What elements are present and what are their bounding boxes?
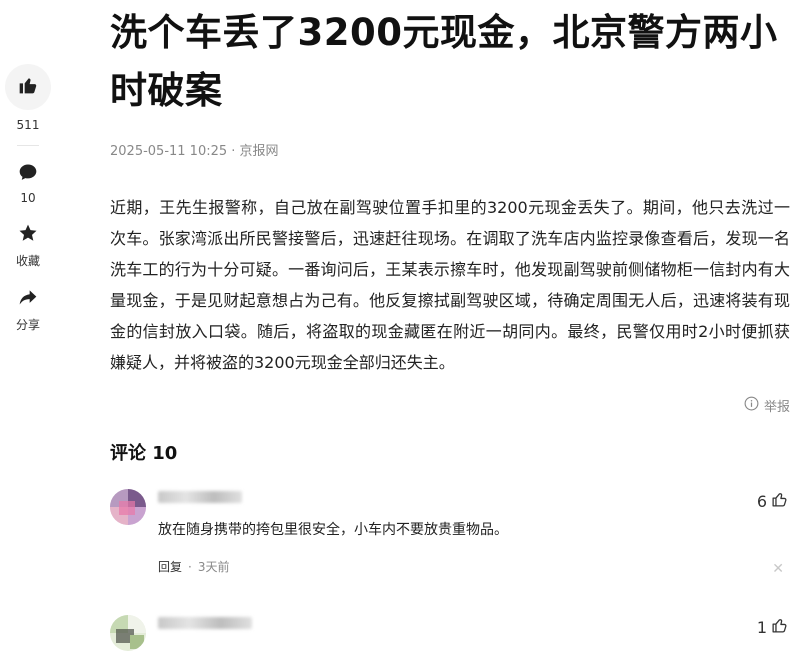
article-page: 511 10 收藏 分享 洗个车丢了3200元现金，北京警方两小时破案 2025… bbox=[0, 0, 808, 666]
comment-like-button[interactable]: 6 bbox=[757, 491, 788, 512]
share-arrow-icon bbox=[18, 287, 38, 311]
action-rail: 511 10 收藏 分享 bbox=[0, 60, 56, 351]
comment-time: 3天前 bbox=[197, 560, 230, 574]
thumbs-up-outline-icon bbox=[771, 617, 788, 638]
comment-item: 6 放在随身携带的挎包里很安全，小车内不要放贵重物品。 回复 · 3天前 ✕ bbox=[110, 489, 790, 577]
comment-like-count: 6 bbox=[756, 492, 767, 511]
avatar[interactable] bbox=[110, 615, 146, 651]
close-icon[interactable]: ✕ bbox=[772, 561, 784, 577]
article-body: 近期，王先生报警称，自己放在副驾驶位置手扣里的3200元现金丢失了。期间，他只去… bbox=[110, 198, 790, 372]
comment-button[interactable]: 10 bbox=[18, 162, 38, 205]
comment-like-button[interactable]: 1 bbox=[757, 617, 788, 638]
comment-like-count: 1 bbox=[756, 618, 767, 637]
comment-count: 10 bbox=[20, 191, 36, 205]
share-button[interactable]: 分享 bbox=[16, 287, 40, 333]
comment-bubble-icon bbox=[18, 162, 38, 186]
report-label: 举报 bbox=[763, 400, 790, 415]
favorite-button[interactable]: 收藏 bbox=[16, 223, 40, 269]
rail-divider bbox=[17, 145, 39, 146]
thumbs-up-icon bbox=[18, 75, 38, 99]
star-icon bbox=[18, 223, 38, 247]
username-redacted[interactable] bbox=[158, 617, 252, 629]
article-title: 洗个车丢了3200元现金，北京警方两小时破案 bbox=[110, 11, 778, 112]
reply-button[interactable]: 回复 bbox=[158, 558, 182, 575]
like-count: 511 bbox=[16, 118, 40, 132]
report-button[interactable]: 举报 bbox=[110, 396, 790, 415]
article: 洗个车丢了3200元现金，北京警方两小时破案 2025-05-11 10:25 … bbox=[110, 0, 790, 651]
comment-text: 放在随身携带的挎包里很安全，小车内不要放贵重物品。 bbox=[158, 522, 508, 538]
avatar[interactable] bbox=[110, 489, 146, 525]
like-button[interactable] bbox=[5, 64, 51, 110]
info-circle-icon bbox=[744, 396, 759, 415]
favorite-label: 收藏 bbox=[15, 254, 40, 268]
share-label: 分享 bbox=[15, 318, 40, 332]
comments-header: 评论 10 bbox=[110, 443, 178, 464]
thumbs-up-outline-icon bbox=[771, 491, 788, 512]
comment-footer: 回复 · 3天前 bbox=[158, 558, 790, 575]
dot-separator: · bbox=[188, 559, 192, 574]
username-redacted[interactable] bbox=[158, 491, 242, 503]
article-meta: 2025-05-11 10:25 · 京报网 bbox=[110, 144, 279, 159]
